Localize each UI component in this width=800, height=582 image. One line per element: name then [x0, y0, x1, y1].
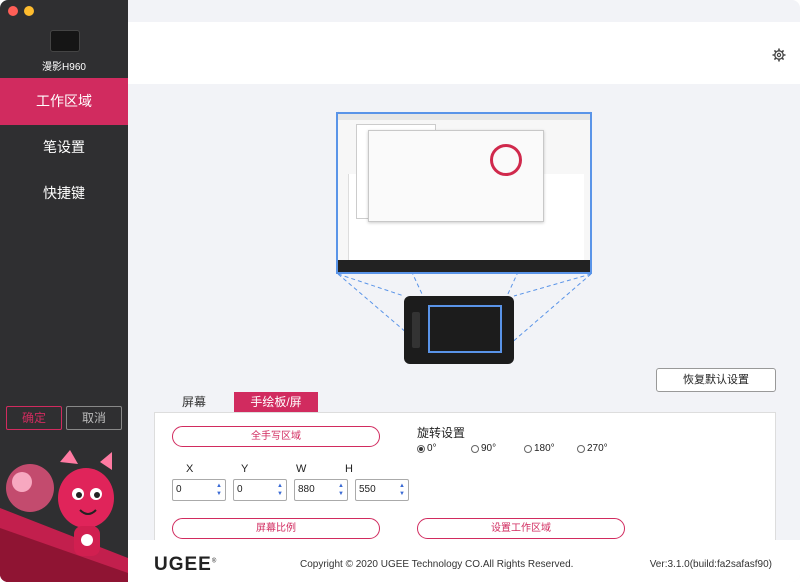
spinner-arrows-icon[interactable]: ▲ ▼ [216, 482, 222, 498]
screen-ratio-button[interactable]: 屏幕比例 [172, 518, 380, 539]
rotation-option-180[interactable]: 180° [524, 443, 555, 454]
spinner-arrows-icon[interactable]: ▲ ▼ [399, 482, 405, 498]
x-label: X [186, 463, 194, 475]
tablet-active-area[interactable] [428, 305, 502, 353]
rotation-option-270[interactable]: 270° [577, 443, 608, 454]
cancel-button[interactable]: 取消 [66, 406, 122, 430]
sidebar-item-pen-settings[interactable]: 笔设置 [0, 124, 128, 171]
tablet-preview [404, 296, 514, 364]
close-window-button[interactable] [8, 6, 18, 16]
mascot-illustration [0, 450, 128, 582]
sidebar: 漫影H960 工作区域 笔设置 快捷键 确定 取消 [0, 0, 128, 582]
copyright-text: Copyright © 2020 UGEE Technology CO.All … [300, 559, 574, 570]
y-label: Y [241, 463, 249, 475]
tab-screen[interactable]: 屏幕 [154, 392, 234, 412]
window-controls [8, 6, 34, 16]
sidebar-item-work-area[interactable]: 工作区域 [0, 78, 128, 125]
tablet-settings-panel: 全手写区域 旋转设置 0° 90° 180° 270° X Y W H 0 ▲ ▼ … [154, 412, 776, 540]
brand-logo: UGEE® [154, 554, 218, 575]
full-area-button[interactable]: 全手写区域 [172, 426, 380, 447]
rotation-title: 旋转设置 [417, 426, 466, 440]
confirm-button[interactable]: 确定 [6, 406, 62, 430]
tab-tablet[interactable]: 手绘板/屏 [234, 392, 318, 412]
h-input[interactable]: 550 ▲ ▼ [355, 479, 409, 501]
y-input[interactable]: 0 ▲ ▼ [233, 479, 287, 501]
rotation-option-90[interactable]: 90° [471, 443, 496, 454]
set-work-area-button[interactable]: 设置工作区域 [417, 518, 625, 539]
spinner-arrows-icon[interactable]: ▲ ▼ [338, 482, 344, 498]
radio-icon[interactable] [524, 444, 532, 453]
x-input[interactable]: 0 ▲ ▼ [172, 479, 226, 501]
version-text: Ver:3.1.0(build:fa2safasf90) [649, 559, 772, 570]
restore-defaults-button[interactable]: 恢复默认设置 [656, 368, 776, 392]
device-thumbnail-icon [50, 30, 80, 52]
spinner-arrows-icon[interactable]: ▲ ▼ [277, 482, 283, 498]
screen-preview [336, 112, 592, 274]
w-input[interactable]: 880 ▲ ▼ [294, 479, 348, 501]
ugee-logo-icon [490, 144, 522, 176]
footer: UGEE® Copyright © 2020 UGEE Technology C… [128, 540, 800, 582]
gear-icon[interactable] [772, 48, 786, 62]
app-window: 漫影H960 工作区域 笔设置 快捷键 确定 取消 恢复默认设置 屏幕 手绘板/… [0, 0, 800, 582]
device-name: 漫影H960 [42, 62, 86, 73]
sidebar-item-shortcuts[interactable]: 快捷键 [0, 170, 128, 217]
minimize-window-button[interactable] [24, 6, 34, 16]
dock-preview [338, 260, 590, 272]
radio-icon[interactable] [577, 444, 585, 453]
main-content: 恢复默认设置 屏幕 手绘板/屏 全手写区域 旋转设置 0° 90° 180° 2… [128, 84, 800, 540]
w-label: W [296, 463, 307, 475]
radio-icon[interactable] [471, 444, 479, 453]
rotation-option-0[interactable]: 0° [417, 443, 437, 454]
radio-selected-icon[interactable] [417, 444, 425, 453]
tablet-express-keys [412, 312, 420, 348]
top-bar [128, 22, 800, 84]
h-label: H [345, 463, 353, 475]
